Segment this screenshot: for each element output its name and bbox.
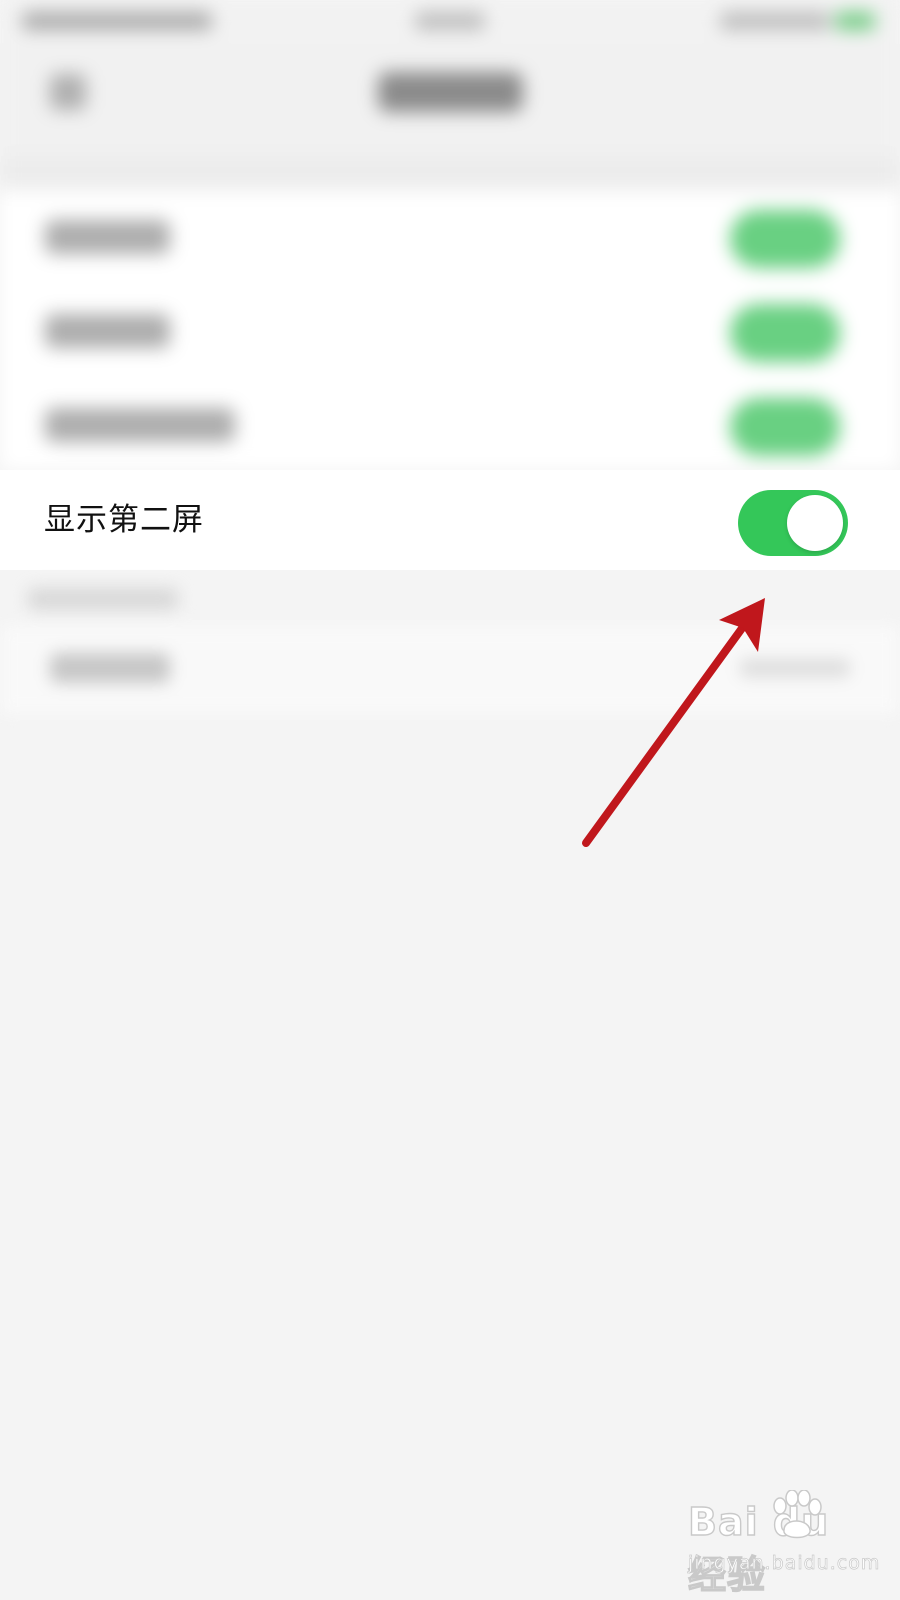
blurred-setting-row[interactable]: [0, 625, 900, 715]
blurred-lower-region: [0, 570, 900, 720]
status-bar: [0, 0, 900, 44]
baidu-jingyan-watermark: Bai du 经验 jingyan.baidu.com: [687, 1490, 881, 1598]
section-gap: [0, 156, 900, 190]
blurred-section-header: [28, 588, 178, 610]
back-icon[interactable]: [50, 74, 86, 110]
status-icons: [720, 12, 830, 30]
blurred-setting-row[interactable]: [0, 190, 900, 284]
blurred-header-region: [0, 0, 900, 470]
toggle-knob: [787, 495, 843, 551]
show-second-screen-toggle[interactable]: [738, 490, 848, 556]
blurred-toggle[interactable]: [730, 304, 840, 362]
page-title: [378, 72, 523, 112]
blurred-toggle[interactable]: [730, 398, 840, 456]
show-second-screen-row[interactable]: 显示第二屏: [0, 470, 900, 570]
blurred-setting-label: [50, 653, 170, 683]
watermark-url: jingyan.baidu.com: [688, 1552, 881, 1575]
blurred-setting-label: [45, 408, 235, 442]
navigation-bar: [0, 44, 900, 156]
blurred-setting-row[interactable]: [0, 284, 900, 378]
blurred-setting-label: [45, 314, 170, 348]
blurred-setting-value: [740, 659, 850, 677]
paw-icon: [773, 1490, 822, 1539]
settings-list: [0, 190, 900, 470]
status-carrier: [22, 12, 212, 30]
blurred-setting-row[interactable]: [0, 378, 900, 472]
blurred-toggle[interactable]: [730, 210, 840, 268]
status-time: [415, 12, 485, 30]
blurred-setting-label: [45, 220, 170, 254]
battery-icon: [835, 12, 875, 30]
screen: 显示第二屏 Bai du 经验 jingyan.baidu.com: [0, 0, 900, 1600]
show-second-screen-label: 显示第二屏: [44, 502, 204, 538]
